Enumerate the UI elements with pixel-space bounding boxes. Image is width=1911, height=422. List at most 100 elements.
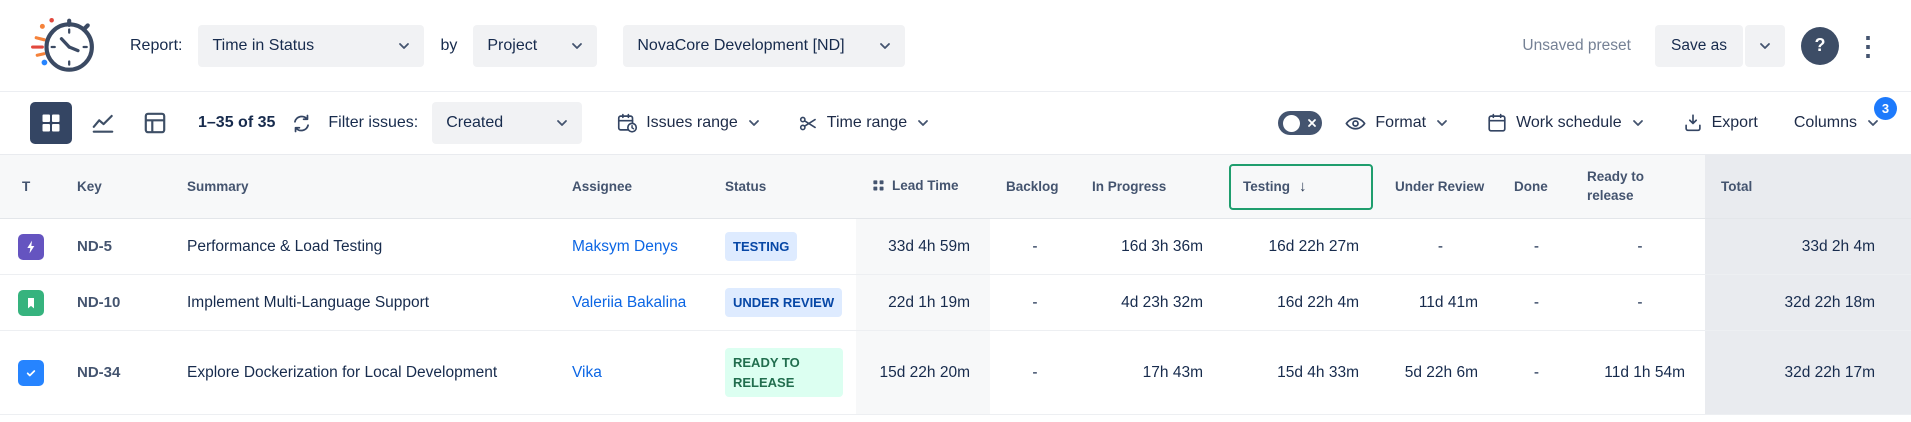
columns-button[interactable]: Columns 3 [1792,110,1883,136]
filter-select[interactable]: Created [432,102,582,144]
export-label: Export [1712,114,1758,132]
preset-status: Unsaved preset [1522,37,1631,55]
issue-key: ND-34 [61,331,171,415]
status-badge: READY TO RELEASE [725,348,843,397]
backlog-value: - [990,219,1076,275]
export-button[interactable]: Export [1680,108,1760,138]
column-header-ready-to-release[interactable]: Ready to release [1571,155,1705,219]
column-header-assignee[interactable]: Assignee [556,155,709,219]
epic-type-icon[interactable] [18,234,44,260]
group-by-select[interactable]: Project [473,25,597,67]
total-value: 32d 22h 18m [1705,275,1911,331]
column-header-done[interactable]: Done [1498,155,1571,219]
chart-view-button[interactable] [82,102,124,144]
chevron-down-icon [396,38,412,54]
column-header-lead-time[interactable]: Lead Time [856,155,990,219]
save-as-menu-button[interactable] [1745,25,1785,67]
story-type-icon[interactable] [18,290,44,316]
view-switcher [30,102,176,144]
column-header-backlog[interactable]: Backlog [990,155,1076,219]
column-header-testing[interactable]: Testing ↓ [1223,155,1379,219]
checkmark-icon [23,365,39,381]
pivot-view-button[interactable] [134,102,176,144]
done-value: - [1498,331,1571,415]
result-count: 1–35 of 35 [198,114,275,132]
column-header-type[interactable]: T [0,155,61,219]
table-view-icon [39,111,63,135]
column-header-key[interactable]: Key [61,155,171,219]
export-download-icon [1682,112,1704,134]
format-button[interactable]: Format [1342,108,1452,139]
group-by-value: Project [487,37,537,55]
refresh-button[interactable] [289,109,314,138]
issue-summary: Implement Multi-Language Support [171,275,556,331]
task-type-icon[interactable] [18,360,44,386]
app-header: Report: Time in Status by Project NovaCo… [0,0,1911,92]
table-header-row: T Key Summary Assignee Status Lead Time [0,155,1911,219]
more-menu-button[interactable]: ⋮ [1855,33,1881,59]
columns-label: Columns [1794,114,1857,132]
backlog-value: - [990,275,1076,331]
calendar-icon [1486,112,1508,134]
done-value: - [1498,219,1571,275]
help-button[interactable]: ? [1801,27,1839,65]
save-as-button[interactable]: Save as [1655,25,1743,67]
table-view-button[interactable] [30,102,72,144]
cross-icon [1307,118,1317,128]
status-badge: UNDER REVIEW [725,288,842,318]
time-in-status-table: T Key Summary Assignee Status Lead Time [0,154,1911,415]
ready-to-release-value: 11d 1h 54m [1571,331,1705,415]
project-select[interactable]: NovaCore Development [ND] [623,25,905,67]
column-header-under-review[interactable]: Under Review [1379,155,1498,219]
assignee-link[interactable]: Vika [572,364,602,381]
report-type-select[interactable]: Time in Status [198,25,424,67]
columns-count-badge: 3 [1874,97,1897,120]
ready-to-release-value: - [1571,275,1705,331]
filter-value: Created [446,114,503,132]
kebab-menu-icon: ⋮ [1855,31,1881,61]
chevron-down-icon [1757,38,1773,54]
issue-summary: Explore Dockerization for Local Developm… [171,331,556,415]
in-progress-value: 17h 43m [1076,331,1223,415]
sorted-column-highlight: Testing ↓ [1229,164,1373,210]
testing-value: 16d 22h 4m [1223,275,1379,331]
chart-view-icon [90,110,116,136]
grid-handle-icon [872,179,885,192]
assignee-link[interactable]: Maksym Denys [572,238,678,255]
column-header-in-progress[interactable]: In Progress [1076,155,1223,219]
lead-time-value: 15d 22h 20m [856,331,990,415]
total-value: 32d 22h 17m [1705,331,1911,415]
under-review-value: 11d 41m [1379,275,1498,331]
table-row: ND-10 Implement Multi-Language Support V… [0,275,1911,331]
assignee-link[interactable]: Valeriia Bakalina [572,294,686,311]
in-progress-value: 4d 23h 32m [1076,275,1223,331]
toggle-knob [1283,115,1300,132]
in-progress-value: 16d 3h 36m [1076,219,1223,275]
pivot-view-icon [142,110,168,136]
time-in-status-app: Report: Time in Status by Project NovaCo… [0,0,1911,415]
scissors-icon [798,113,819,134]
testing-value: 16d 22h 27m [1223,219,1379,275]
done-value: - [1498,275,1571,331]
refresh-icon [291,113,312,134]
format-label: Format [1375,114,1426,132]
report-toolbar: 1–35 of 35 Filter issues: Created Issues… [0,92,1911,154]
report-type-value: Time in Status [212,37,314,55]
report-label: Report: [130,37,182,55]
bookmark-icon [23,295,39,311]
lead-time-value: 22d 1h 19m [856,275,990,331]
calendar-clock-icon [616,112,638,134]
under-review-value: - [1379,219,1498,275]
under-review-value: 5d 22h 6m [1379,331,1498,415]
work-schedule-button[interactable]: Work schedule [1484,108,1648,138]
issues-range-label: Issues range [646,114,738,132]
column-header-summary[interactable]: Summary [171,155,556,219]
chevron-down-icon [569,38,585,54]
column-header-total[interactable]: Total [1705,155,1911,219]
issues-range-button[interactable]: Issues range [614,108,764,138]
issue-key: ND-5 [61,219,171,275]
display-toggle[interactable] [1278,111,1322,135]
stopwatch-logo [30,13,96,79]
time-range-button[interactable]: Time range [796,109,933,138]
column-header-status[interactable]: Status [709,155,856,219]
